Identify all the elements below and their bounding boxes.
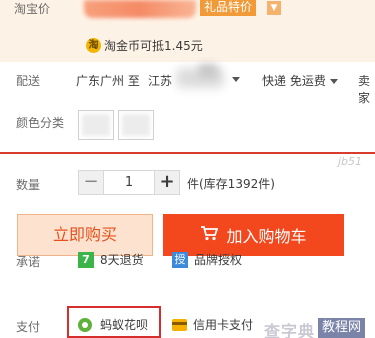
color-label: 颜色分类 [16, 116, 65, 130]
highlight-divider [0, 152, 375, 154]
taojinbi-text: 淘金币可抵1.45元 [104, 39, 203, 53]
express-option[interactable]: 快递 免运费 [262, 72, 338, 89]
shipping-from: 广东广州 至 [76, 74, 140, 88]
quantity-input[interactable] [104, 171, 154, 194]
quantity-decrease-button[interactable]: − [79, 171, 104, 194]
stock-count: 件(库存1392件) [187, 177, 275, 191]
cart-icon [200, 225, 219, 245]
return-policy-item[interactable]: 7 8天退货 [78, 251, 144, 268]
payment-huabei-option[interactable]: 蚂蚁花呗 [78, 316, 148, 333]
shipping-to-select[interactable]: 江苏 [148, 72, 172, 89]
add-to-cart-button[interactable]: 加入购物车 [163, 214, 344, 256]
taojinbi-row: 淘 淘金币可抵1.45元 [86, 37, 203, 54]
chevron-down-icon[interactable]: ▼ [267, 1, 281, 15]
gift-price-badge[interactable]: 礼品特价 [200, 0, 257, 16]
watermark-text: jb51 [338, 155, 363, 168]
payment-label: 支付 [16, 320, 41, 334]
return-policy-text: 8天退货 [100, 253, 144, 267]
chevron-down-icon [329, 79, 338, 84]
credit-card-icon [172, 318, 187, 331]
shipping-destination-blurred-2 [198, 64, 218, 78]
swatch-image [82, 114, 110, 136]
watermark-site: 查字典 [264, 322, 316, 338]
taojinbi-coin-icon: 淘 [86, 38, 101, 53]
quantity-increase-button[interactable]: + [154, 171, 179, 194]
shipping-label: 配送 [16, 74, 41, 88]
price-panel: 淘宝价 礼品特价 ▼ 淘 淘金币可抵1.45元 [0, 0, 375, 62]
chevron-down-icon [232, 77, 240, 82]
quantity-label: 数量 [16, 178, 41, 192]
add-to-cart-label: 加入购物车 [226, 227, 307, 246]
buy-now-button[interactable]: 立即购买 [17, 214, 153, 256]
brand-authorization-item[interactable]: 授 品牌授权 [172, 251, 242, 268]
swatch-image [122, 114, 150, 136]
express-label: 快递 免运费 [262, 74, 326, 88]
brand-authorization-icon: 授 [172, 251, 188, 268]
seller-info-link[interactable]: 卖家 [358, 72, 375, 106]
credit-card-label: 信用卡支付 [193, 318, 254, 332]
color-swatch-2[interactable] [118, 110, 154, 140]
promise-label: 承诺 [16, 255, 41, 269]
watermark-tag: 教程网 [318, 318, 366, 338]
price-label: 淘宝价 [14, 2, 51, 16]
huabei-icon [78, 317, 92, 332]
payment-credit-card-option[interactable]: 信用卡支付 [172, 316, 253, 333]
quantity-stepper: − + [78, 170, 180, 195]
color-swatch-1[interactable] [78, 110, 114, 140]
price-value-blurred [84, 0, 196, 18]
brand-authorization-text: 品牌授权 [194, 253, 243, 267]
destination-dropdown-arrow[interactable] [228, 72, 240, 86]
huabei-label: 蚂蚁花呗 [100, 318, 149, 332]
return-7days-icon: 7 [78, 251, 94, 268]
